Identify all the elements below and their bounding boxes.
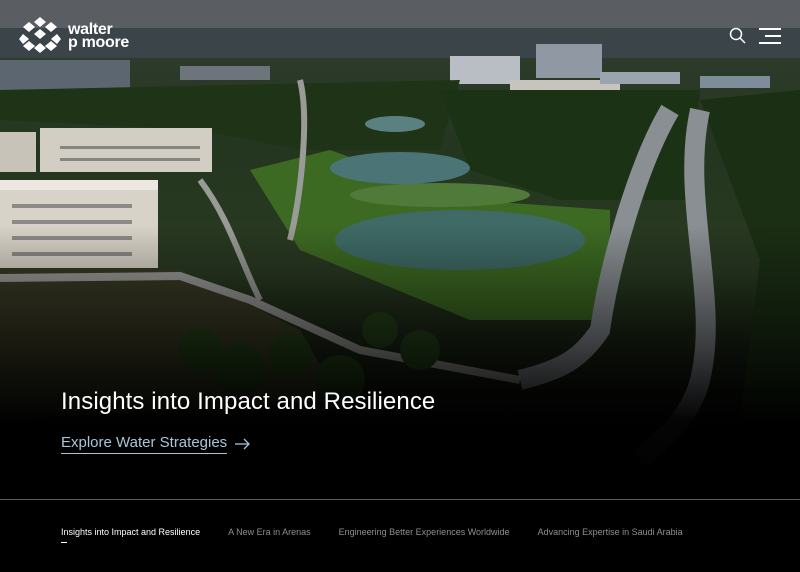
story-tabs: Insights into Impact and Resilience A Ne… [61,527,711,543]
brand-wordmark: walter p moore [68,22,130,51]
cta-label: Explore Water Strategies [61,434,228,454]
brand-line-2: p moore [68,34,130,51]
tab-impact-resilience[interactable]: Insights into Impact and Resilience [61,527,200,543]
search-button[interactable] [729,27,747,45]
hero-headline: Insights into Impact and Resilience [61,388,436,415]
walter-p-moore-logo-icon [19,17,61,53]
tab-engineering-experiences[interactable]: Engineering Better Experiences Worldwide [339,527,510,537]
section-divider [0,499,800,500]
brand-logo[interactable]: walter p moore [19,16,129,56]
hamburger-menu-icon [759,28,781,30]
search-icon [729,27,746,44]
hamburger-menu-icon-line [759,42,781,44]
hero-background-image [0,0,800,500]
tab-new-era-arenas[interactable]: A New Era in Arenas [228,527,311,537]
hero-gradient-overlay [0,0,800,500]
hamburger-menu-icon-line [765,35,781,37]
explore-water-strategies-link[interactable]: Explore Water Strategies [61,434,251,454]
menu-button[interactable] [759,28,781,44]
arrow-right-icon [235,438,251,450]
tab-saudi-arabia[interactable]: Advancing Expertise in Saudi Arabia [538,527,683,537]
